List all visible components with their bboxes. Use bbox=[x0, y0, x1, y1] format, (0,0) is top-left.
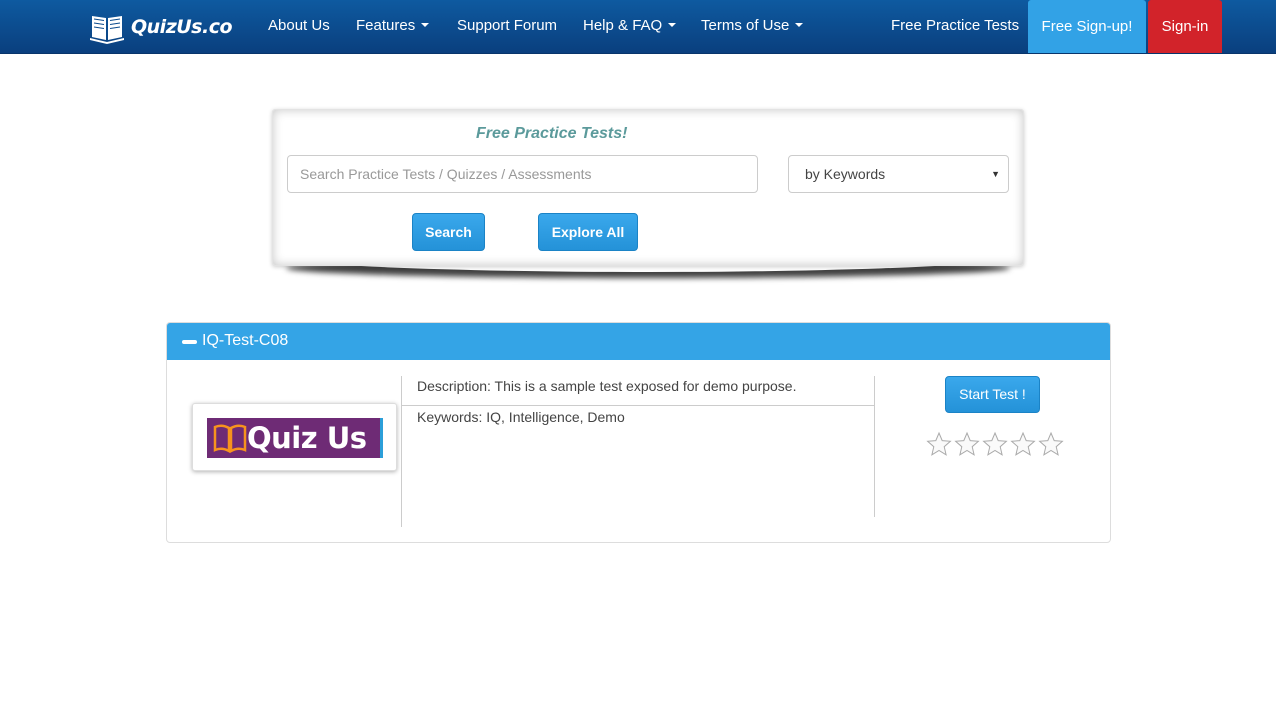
star-icon[interactable] bbox=[1009, 431, 1037, 457]
nav-support-forum[interactable]: Support Forum bbox=[457, 0, 557, 54]
star-icon[interactable] bbox=[925, 431, 953, 457]
brand-logo[interactable]: QuizUs.co bbox=[90, 8, 233, 46]
caret-down-icon bbox=[668, 23, 677, 28]
caret-down-icon bbox=[795, 23, 804, 28]
top-navbar: QuizUs.co About Us Features Support Foru… bbox=[0, 0, 1276, 54]
nav-help-faq[interactable]: Help & FAQ bbox=[583, 0, 677, 54]
search-type-select[interactable]: by Keywords ▼ bbox=[788, 155, 1009, 193]
search-input[interactable] bbox=[287, 155, 758, 193]
test-title: IQ-Test-C08 bbox=[202, 332, 289, 349]
divider bbox=[874, 376, 875, 517]
nav-about-us[interactable]: About Us bbox=[268, 0, 330, 54]
star-icon[interactable] bbox=[953, 431, 981, 457]
explore-all-button[interactable]: Explore All bbox=[538, 213, 638, 251]
thumbnail-text: Quiz Us bbox=[247, 421, 367, 455]
test-panel: IQ-Test-C08 Quiz Us Description: This is… bbox=[166, 322, 1111, 543]
nav-features-label: Features bbox=[356, 17, 416, 34]
test-description: Description: This is a sample test expos… bbox=[417, 378, 797, 394]
search-button[interactable]: Search bbox=[412, 213, 485, 251]
open-book-icon bbox=[90, 16, 124, 44]
signin-button[interactable]: Sign-in bbox=[1148, 0, 1222, 53]
caret-down-icon bbox=[421, 23, 430, 28]
search-type-value: by Keywords bbox=[805, 166, 886, 182]
search-panel-title: Free Practice Tests! bbox=[476, 125, 628, 142]
star-icon[interactable] bbox=[1037, 431, 1065, 457]
test-keywords: Keywords: IQ, Intelligence, Demo bbox=[417, 409, 625, 425]
nav-free-practice-tests-label: Free Practice Tests bbox=[891, 17, 1020, 34]
start-test-button[interactable]: Start Test ! bbox=[945, 376, 1040, 413]
thumbnail-stripe bbox=[380, 418, 383, 458]
signup-button[interactable]: Free Sign-up! bbox=[1028, 0, 1146, 53]
nav-support-forum-label: Support Forum bbox=[457, 17, 558, 34]
nav-terms-of-use-label: Terms of Use bbox=[701, 17, 790, 34]
nav-help-faq-label: Help & FAQ bbox=[583, 17, 663, 34]
select-arrow-icon: ▼ bbox=[991, 169, 1000, 179]
rating-stars[interactable] bbox=[925, 431, 1065, 457]
nav-free-practice-tests[interactable]: Free Practice Tests bbox=[891, 0, 1019, 54]
brand-name: QuizUs.co bbox=[131, 16, 233, 38]
test-panel-header[interactable]: IQ-Test-C08 bbox=[167, 323, 1110, 360]
test-thumbnail: Quiz Us bbox=[192, 403, 397, 471]
nav-features[interactable]: Features bbox=[356, 0, 430, 54]
star-icon[interactable] bbox=[981, 431, 1009, 457]
nav-terms-of-use[interactable]: Terms of Use bbox=[701, 0, 804, 54]
divider bbox=[401, 376, 402, 527]
divider bbox=[402, 405, 874, 406]
nav-about-us-label: About Us bbox=[268, 17, 330, 34]
book-icon bbox=[213, 424, 247, 454]
collapse-icon[interactable] bbox=[182, 340, 197, 344]
quiz-us-logo-image: Quiz Us bbox=[207, 418, 383, 458]
